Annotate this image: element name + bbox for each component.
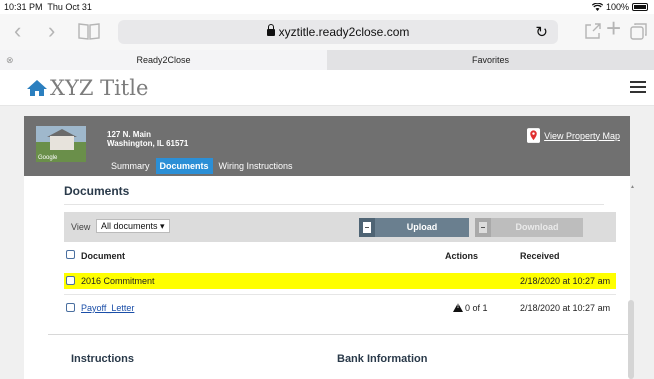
close-icon[interactable]: ⊗ <box>6 50 14 70</box>
battery-percent: 100% <box>605 2 629 12</box>
browser-toolbar: ‹ › xyztitle.ready2close.com ↻ + <box>0 14 654 50</box>
scroll-up-arrow[interactable]: ▲ <box>630 184 635 190</box>
received-date: 2/18/2020 at 10:27 am <box>520 276 611 286</box>
map-pin-icon <box>527 128 541 143</box>
url-bar[interactable]: xyztitle.ready2close.com ↻ <box>118 20 558 44</box>
tab-label: Favorites <box>471 55 509 65</box>
tab-summary[interactable]: Summary <box>107 158 154 174</box>
row-checkbox[interactable] <box>66 276 75 285</box>
warning-icon <box>453 303 463 312</box>
new-tab-icon[interactable]: + <box>606 15 621 41</box>
document-actions[interactable]: 0 of 1 <box>453 303 488 313</box>
property-thumbnail[interactable]: Google <box>36 126 86 162</box>
forward-icon[interactable]: › <box>48 20 55 42</box>
upload-button[interactable]: Upload <box>359 218 469 237</box>
divider <box>48 334 630 335</box>
reload-icon[interactable]: ↻ <box>535 23 548 41</box>
share-icon[interactable] <box>584 22 602 44</box>
bookmarks-icon[interactable] <box>78 22 100 44</box>
received-date: 2/18/2020 at 10:27 am <box>520 303 611 313</box>
battery-icon <box>632 3 648 11</box>
wifi-icon <box>591 3 603 11</box>
select-all-checkbox[interactable] <box>66 250 75 259</box>
document-name[interactable]: 2016 Commitment <box>81 276 155 286</box>
site-logo[interactable]: XYZ Title <box>26 76 148 100</box>
menu-icon[interactable] <box>630 81 646 93</box>
property-street: 127 N. Main <box>107 130 152 139</box>
back-icon[interactable]: ‹ <box>14 20 21 42</box>
divider <box>64 204 604 205</box>
tab-wiring-instructions[interactable]: Wiring Instructions <box>215 158 297 174</box>
property-city: Washington, IL 61571 <box>107 139 189 148</box>
thumbnail-caption: Google <box>38 155 58 161</box>
download-icon <box>475 218 491 237</box>
view-select[interactable]: All documents ▾ <box>96 219 170 233</box>
column-received: Received <box>520 251 560 261</box>
tab-favorites[interactable]: Favorites <box>327 50 654 70</box>
documents-table: Document Actions Received 2016 Commitmen… <box>64 244 616 320</box>
document-link[interactable]: Payoff_Letter <box>81 303 134 313</box>
row-checkbox[interactable] <box>66 303 75 312</box>
property-card: Google 127 N. Main Washington, IL 61571 … <box>24 116 630 379</box>
documents-title: Documents <box>64 184 130 198</box>
tab-label: Ready2Close <box>136 55 191 65</box>
status-date: Thu Oct 31 <box>47 2 92 12</box>
table-row[interactable]: Payoff_Letter 0 of 1 2/18/2020 at 10:27 … <box>64 294 616 320</box>
view-property-map-link[interactable]: View Property Map <box>527 128 620 143</box>
property-tabs: Summary Documents Wiring Instructions <box>107 158 299 174</box>
view-label: View <box>71 222 91 232</box>
status-time: 10:31 PM <box>4 2 43 12</box>
scrollbar[interactable] <box>628 300 634 379</box>
table-row[interactable]: 2016 Commitment 2/18/2020 at 10:27 am <box>64 273 616 289</box>
browser-tab-bar: ⊗ Ready2Close Favorites <box>0 50 654 70</box>
column-document: Document <box>81 251 126 261</box>
map-link-label: View Property Map <box>544 130 620 141</box>
url-text: xyztitle.ready2close.com <box>278 25 410 39</box>
logo-text: XYZ Title <box>50 76 149 100</box>
documents-toolbar: View All documents ▾ Upload Download <box>64 212 616 242</box>
download-button[interactable]: Download <box>475 218 583 237</box>
property-header: Google 127 N. Main Washington, IL 61571 … <box>24 116 630 176</box>
tab-ready2close[interactable]: ⊗ Ready2Close <box>0 50 327 70</box>
status-bar: 10:31 PM Thu Oct 31 100% <box>0 0 654 14</box>
table-header: Document Actions Received <box>64 244 616 266</box>
column-actions: Actions <box>445 251 479 261</box>
site-header: XYZ Title <box>0 70 654 106</box>
tab-documents[interactable]: Documents <box>155 158 213 174</box>
instructions-title: Instructions <box>71 353 134 365</box>
tabs-icon[interactable] <box>630 22 648 44</box>
upload-icon <box>359 218 375 237</box>
home-icon <box>27 80 47 96</box>
bank-information-title: Bank Information <box>337 353 428 365</box>
lock-icon <box>266 24 275 36</box>
